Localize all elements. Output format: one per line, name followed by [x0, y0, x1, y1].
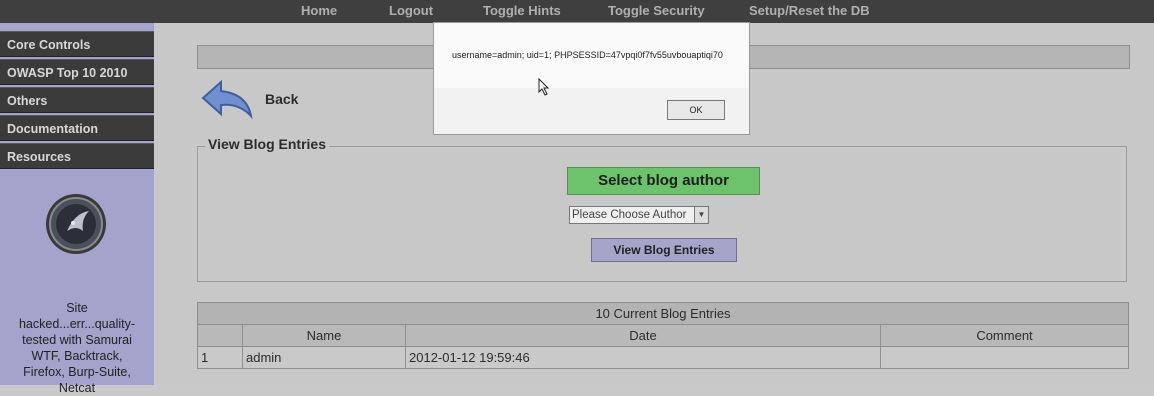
author-select[interactable]: Please Choose Author ▼ [569, 206, 709, 224]
column-header: Date [405, 324, 881, 347]
credits-line: Netcat [58, 381, 96, 395]
nav-toggle-hints-link[interactable]: Toggle Hints [483, 3, 561, 18]
sidebar-item-core-controls[interactable]: Core Controls [0, 31, 154, 57]
sidebar-item-documentation[interactable]: Documentation [0, 115, 154, 141]
credits-line: tested with Samurai [22, 333, 132, 347]
credits-line: Firefox, Burp-Suite, [23, 365, 131, 379]
credits-line: WTF, Backtrack, [31, 349, 123, 363]
table-cell-name: admin [242, 346, 406, 369]
sidebar-item-resources[interactable]: Resources [0, 143, 154, 169]
credits-line: hacked...err...quality- [18, 317, 136, 331]
credits-line: Site [66, 301, 88, 315]
ok-button[interactable]: OK [667, 100, 725, 120]
table-cell-date: 2012-01-12 19:59:46 [405, 346, 881, 369]
back-label[interactable]: Back [265, 91, 298, 107]
table-row: 1 admin 2012-01-12 19:59:46 [197, 346, 1129, 369]
select-blog-author-label: Select blog author [567, 167, 760, 195]
column-header: Comment [880, 324, 1129, 347]
table-cell-comment [880, 346, 1129, 369]
owasp-logo-icon [45, 193, 107, 260]
blog-entries-table: 10 Current Blog Entries Name Date Commen… [197, 302, 1129, 369]
table-cell-index: 1 [197, 346, 243, 369]
sidebar-item-others[interactable]: Others [0, 87, 154, 113]
column-header [197, 324, 243, 347]
sidebar-item-owasp-top-10[interactable]: OWASP Top 10 2010 [0, 59, 154, 85]
top-nav-bar: Home Logout Toggle Hints Toggle Security… [0, 0, 1154, 23]
mouse-cursor-icon [538, 77, 550, 101]
sidebar: Core Controls OWASP Top 10 2010 Others D… [0, 23, 154, 395]
fieldset-legend: View Blog Entries [205, 136, 329, 152]
author-select-value: Please Choose Author [572, 209, 687, 221]
view-blog-entries-button[interactable]: View Blog Entries [591, 238, 737, 262]
alert-dialog: username=admin; uid=1; PHPSESSID=47vpqi0… [433, 22, 750, 135]
dropdown-arrow-icon[interactable]: ▼ [694, 207, 708, 223]
nav-logout-link[interactable]: Logout [389, 3, 433, 18]
column-header: Name [242, 324, 406, 347]
back-arrow-icon [201, 79, 253, 120]
dialog-message-area: username=admin; uid=1; PHPSESSID=47vpqi0… [434, 23, 749, 88]
nav-home-link[interactable]: Home [301, 3, 337, 18]
dialog-message: username=admin; uid=1; PHPSESSID=47vpqi0… [452, 50, 723, 60]
sidebar-credits: Site hacked...err...quality- tested with… [0, 300, 154, 396]
nav-toggle-security-link[interactable]: Toggle Security [608, 3, 705, 18]
nav-setup-reset-db-link[interactable]: Setup/Reset the DB [749, 3, 870, 18]
table-caption: 10 Current Blog Entries [197, 302, 1129, 325]
